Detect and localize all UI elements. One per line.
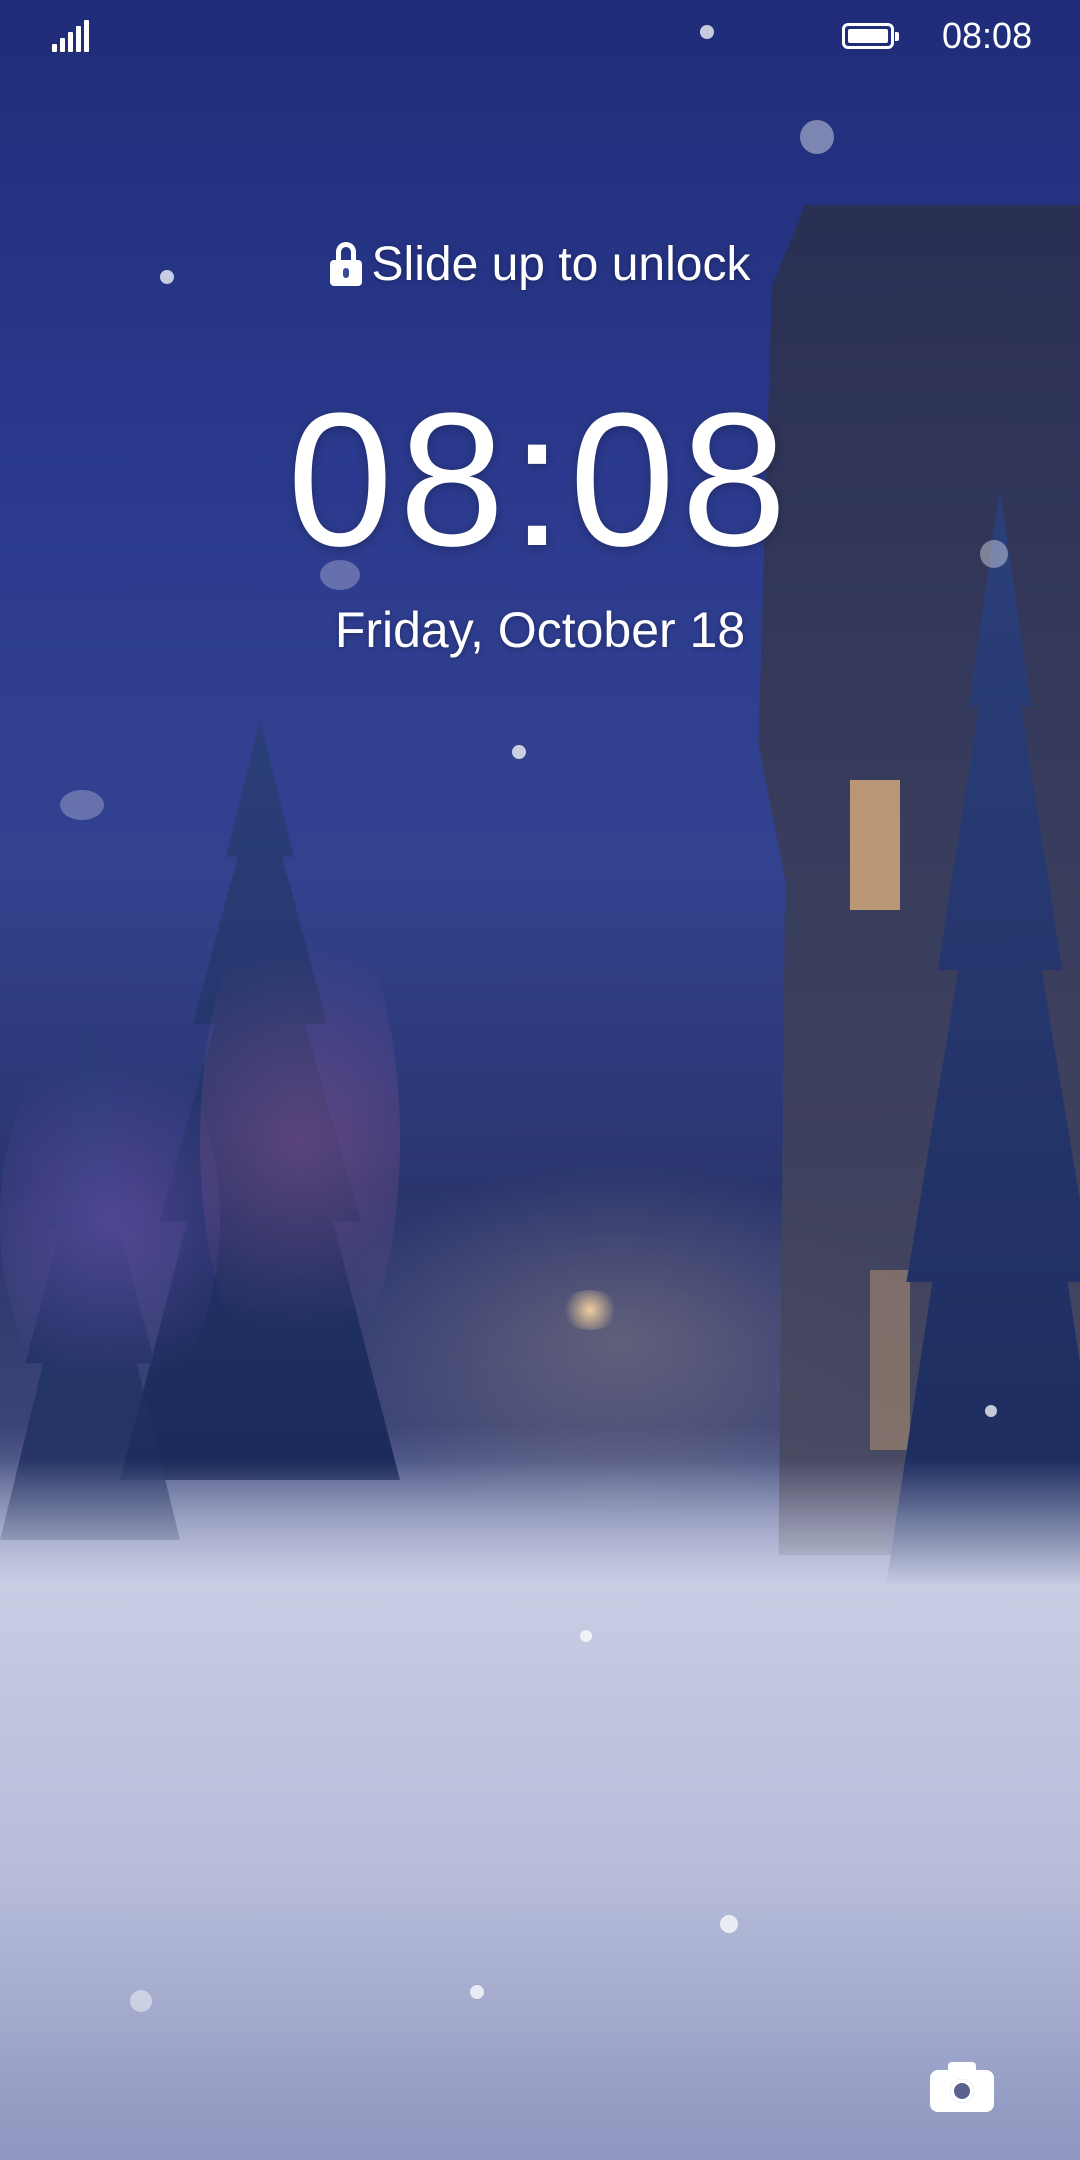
battery-icon <box>842 23 899 49</box>
lock-screen-date: Friday, October 18 <box>334 602 746 658</box>
unlock-hint: Slide up to unlock <box>0 236 1080 292</box>
lock-screen-clock: 08:08 <box>287 374 793 586</box>
camera-icon[interactable] <box>930 2060 994 2112</box>
snow-ground-image <box>0 1460 1080 2160</box>
lock-icon <box>329 242 362 286</box>
unlock-hint-label: Slide up to unlock <box>371 237 751 291</box>
status-time: 08:08 <box>942 15 1033 56</box>
signal-icon <box>52 20 92 52</box>
wallpaper-background <box>0 0 1080 2160</box>
status-bar: 08:08 <box>0 0 1080 75</box>
